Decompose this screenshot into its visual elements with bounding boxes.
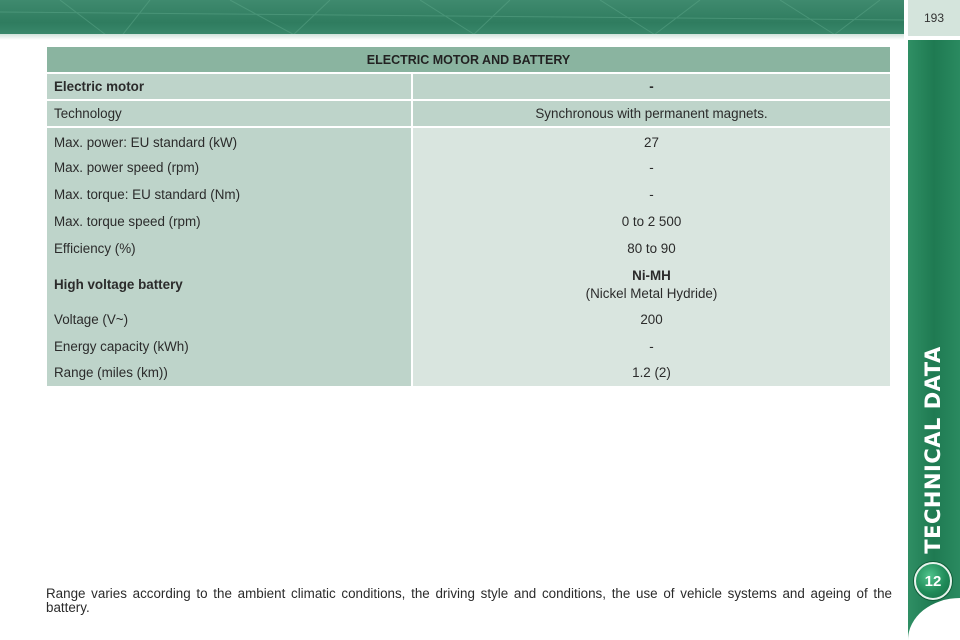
row-label: Max. power speed (rpm) [45,154,413,181]
row-value: - [411,181,892,208]
row-value: 0 to 2 500 [411,208,892,235]
table-row: Max. power: EU standard (kW) 27 [45,127,892,154]
row-value: 200 [411,306,892,333]
header-band [0,0,904,38]
table-row: High voltage battery Ni-MH (Nickel Metal… [45,262,892,306]
row-label: High voltage battery [45,262,413,306]
row-label: Electric motor [45,72,413,101]
row-label: Range (miles (km)) [45,360,413,388]
row-value: 27 [411,127,892,154]
header-pattern [0,0,904,38]
table-row: Max. torque speed (rpm) 0 to 2 500 [45,208,892,235]
chapter-title: TECHNICAL DATA [921,346,945,554]
row-value: - [411,154,892,181]
battery-type: Ni-MH [632,267,671,283]
battery-type-description: (Nickel Metal Hydride) [585,285,718,301]
table-row: Energy capacity (kWh) - [45,333,892,360]
chapter-number-badge: 12 [914,562,952,600]
row-label: Max. power: EU standard (kW) [45,127,413,154]
header-divider [0,34,904,40]
table-row: Max. power speed (rpm) - [45,154,892,181]
table-row: Range (miles (km)) 1.2 (2) [45,360,892,388]
row-value: - [411,72,892,101]
row-label: Efficiency (%) [45,235,413,262]
table-row: Electric motor - [45,72,892,101]
table-row: Max. torque: EU standard (Nm) - [45,181,892,208]
table-row: Efficiency (%) 80 to 90 [45,235,892,262]
row-value: 1.2 (2) [411,360,892,388]
row-label: Technology [45,99,413,128]
row-label: Max. torque speed (rpm) [45,208,413,235]
row-label: Max. torque: EU standard (Nm) [45,181,413,208]
table-title: ELECTRIC MOTOR AND BATTERY [45,45,892,74]
row-value: - [411,333,892,360]
footnote-text: Range varies according to the ambient cl… [46,586,892,615]
spec-table: ELECTRIC MOTOR AND BATTERY Electric moto… [45,45,892,388]
row-label: Voltage (V~) [45,306,413,333]
table-row: Technology Synchronous with permanent ma… [45,99,892,128]
table-row: Voltage (V~) 200 [45,306,892,333]
row-value: Ni-MH (Nickel Metal Hydride) [411,262,892,306]
row-label: Energy capacity (kWh) [45,333,413,360]
row-value: 80 to 90 [411,235,892,262]
row-value: Synchronous with permanent magnets. [411,99,892,128]
page-number: 193 [908,0,960,38]
